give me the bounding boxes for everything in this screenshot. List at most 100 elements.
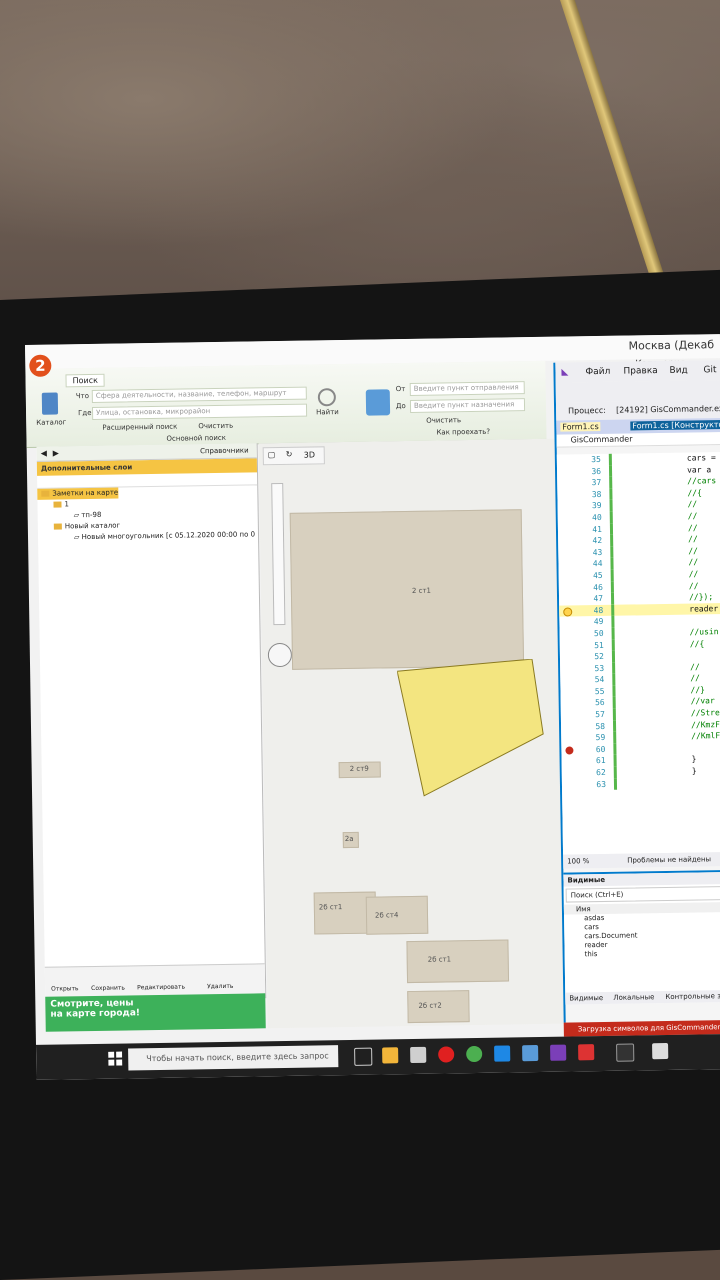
magnifier-icon[interactable] xyxy=(317,388,336,407)
explorer-icon[interactable] xyxy=(382,1047,399,1064)
change-marker xyxy=(613,755,617,767)
code-text: //Strea xyxy=(690,708,720,718)
store-icon[interactable] xyxy=(410,1046,427,1064)
forward-icon[interactable]: ▶ xyxy=(53,448,59,457)
gis-icon[interactable] xyxy=(522,1045,539,1062)
open-button[interactable]: Открыть xyxy=(51,985,79,992)
panel-bottom-toolbar: Открыть Сохранить Редактировать Удалить xyxy=(44,963,266,998)
breakpoint-icon[interactable] xyxy=(565,746,574,755)
tab-autos[interactable]: Видимые xyxy=(569,994,603,1003)
zoom-slider[interactable] xyxy=(271,482,286,626)
compass-icon[interactable] xyxy=(267,642,293,668)
advanced-search-button[interactable]: Расширенный поиск xyxy=(102,423,177,432)
where-input[interactable]: Улица, остановка, микрорайон xyxy=(91,403,308,420)
what-input[interactable]: Сфера деятельности, название, телефон, м… xyxy=(91,386,307,403)
visual-studio-icon[interactable] xyxy=(550,1044,567,1061)
taskbar-search[interactable]: Чтобы начать поиск, введите здесь запрос xyxy=(128,1045,339,1071)
route-clear-button[interactable]: Очистить xyxy=(426,416,461,425)
line-number: 50 xyxy=(593,628,604,639)
building[interactable]: 2б ст4 xyxy=(365,895,429,935)
save-button[interactable]: Сохранить xyxy=(91,985,125,993)
change-marker xyxy=(613,732,617,744)
selected-polygon[interactable] xyxy=(397,658,549,811)
task-view-icon[interactable] xyxy=(354,1047,373,1066)
hand-icon[interactable]: ▢ xyxy=(268,450,276,459)
bookmark-icon[interactable] xyxy=(563,607,573,617)
class-selector[interactable]: GisCommander xyxy=(556,431,720,448)
change-marker xyxy=(609,500,613,512)
from-input[interactable]: Введите пункт отправления xyxy=(409,381,525,396)
line-number: 56 xyxy=(594,698,605,708)
line-number: 61 xyxy=(595,756,606,766)
ad-banner[interactable]: Смотрите, цены на карте города! xyxy=(45,993,266,1032)
folder-icon xyxy=(53,523,62,530)
change-marker xyxy=(612,697,616,709)
edit-button[interactable]: Редактировать xyxy=(137,984,185,992)
change-marker xyxy=(610,558,614,570)
tab-form1[interactable]: Form1.cs xyxy=(560,421,601,432)
app-logo-icon[interactable]: 2 xyxy=(29,354,52,377)
code-text: // xyxy=(688,580,699,591)
find-button[interactable]: Найти xyxy=(316,408,339,416)
opera-icon[interactable] xyxy=(438,1046,455,1063)
code-text: // xyxy=(688,534,698,544)
change-marker xyxy=(611,604,615,617)
group-route: Как проехать? xyxy=(436,427,491,437)
code-text: // xyxy=(687,511,698,521)
polygon-icon: ▱ xyxy=(73,533,82,542)
catalog-icon[interactable] xyxy=(41,392,59,415)
menu-file[interactable]: Файл xyxy=(585,367,610,377)
tab-watch[interactable]: Контрольные зна xyxy=(665,992,720,1001)
directories-menu[interactable]: Справочники xyxy=(200,447,249,456)
rotate-icon[interactable]: ↻ xyxy=(286,450,293,459)
vscode-icon[interactable] xyxy=(494,1045,511,1062)
map-toolbar: ▢ ↻ 3D xyxy=(262,446,325,466)
clear-search-button[interactable]: Очистить xyxy=(198,422,233,431)
process-select[interactable]: [24192] GisCommander.ex xyxy=(616,404,720,415)
terminal-icon[interactable] xyxy=(616,1043,635,1062)
catalog-button[interactable]: Каталог xyxy=(36,418,66,426)
menu-edit[interactable]: Правка xyxy=(623,366,657,377)
tab-form1-designer[interactable]: Form1.cs [Конструкто xyxy=(630,420,720,431)
zoom-level[interactable]: 100 % xyxy=(567,854,589,868)
code-text: //}); xyxy=(688,592,714,602)
to-input[interactable]: Введите пункт назначения xyxy=(409,398,526,413)
menu-view[interactable]: Вид xyxy=(669,366,687,376)
change-marker xyxy=(609,511,613,524)
route-icon[interactable] xyxy=(365,389,391,416)
app-icon[interactable] xyxy=(652,1042,669,1060)
windows-start-icon[interactable] xyxy=(108,1051,123,1066)
menu-git[interactable]: Git xyxy=(703,365,716,375)
chrome-icon[interactable] xyxy=(466,1045,483,1063)
building[interactable]: 2б ст2 xyxy=(407,990,470,1024)
delete-button[interactable]: Удалить xyxy=(207,983,233,990)
line-number: 49 xyxy=(593,617,604,627)
code-line[interactable]: 63 xyxy=(562,777,720,791)
change-marker xyxy=(613,778,618,791)
vs-toolbar xyxy=(555,379,720,403)
tab-search[interactable]: Поиск xyxy=(65,373,106,388)
building[interactable]: 2 ст1 xyxy=(289,509,525,670)
app-icon[interactable] xyxy=(578,1044,595,1061)
code-editor[interactable]: 35 cars = 36 var a 37 //cars 38 //{39 // 40 // 41 //… xyxy=(556,451,720,855)
tree-item[interactable]: Заметки на карте xyxy=(37,487,119,500)
building[interactable]: 2а xyxy=(342,831,359,849)
back-icon[interactable]: ◀ xyxy=(41,449,47,458)
var-row[interactable]: this xyxy=(565,948,720,960)
line-number: 38 xyxy=(591,489,602,499)
change-marker xyxy=(610,569,614,582)
issues-indicator[interactable]: Проблемы не найдены xyxy=(627,852,711,867)
change-marker xyxy=(610,592,615,605)
change-marker xyxy=(613,743,617,756)
autos-search[interactable]: Поиск (Ctrl+E) xyxy=(565,885,720,903)
change-marker xyxy=(608,465,613,478)
3d-button[interactable]: 3D xyxy=(304,450,315,459)
tab-locals[interactable]: Локальные xyxy=(613,993,654,1002)
line-number: 48 xyxy=(593,605,604,615)
building[interactable]: 2 ст9 xyxy=(338,761,381,779)
code-text: cars = xyxy=(686,453,716,463)
map-view[interactable]: ▢ ↻ 3D 2 ст1 2 ст9 2а 2б ст1 2б ст4 2б с… xyxy=(258,438,568,1029)
building[interactable]: 2б ст1 xyxy=(406,939,510,984)
line-number: 43 xyxy=(592,547,603,557)
line-number: 52 xyxy=(594,652,605,662)
